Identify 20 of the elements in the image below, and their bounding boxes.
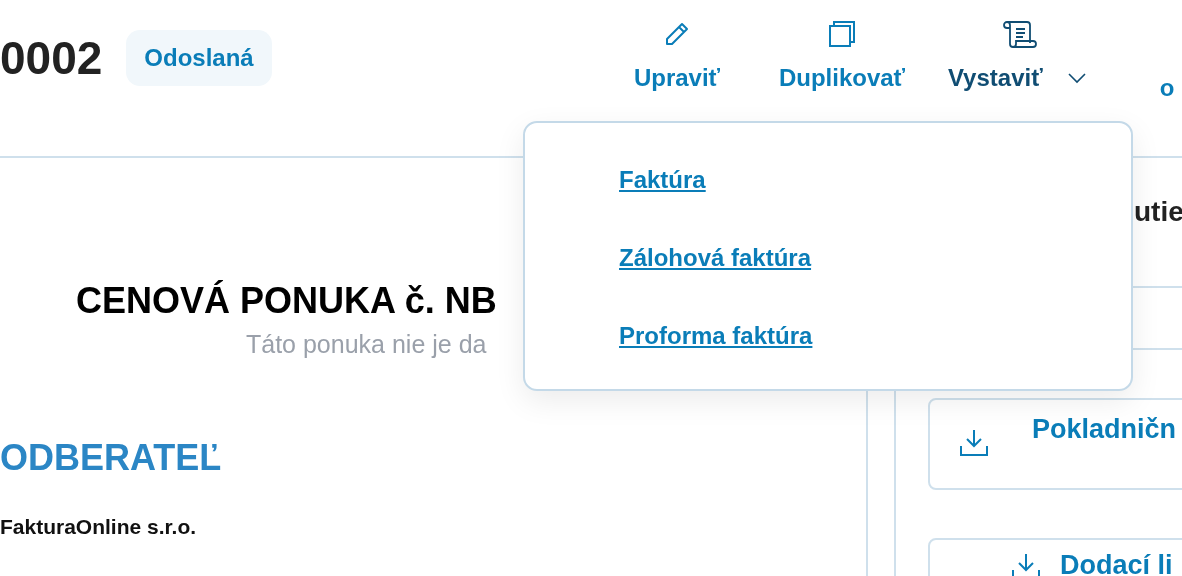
download-icon: [1010, 552, 1042, 576]
download-icon: [958, 428, 990, 458]
menu-link[interactable]: Proforma faktúra: [619, 321, 813, 351]
download-button[interactable]: Dodací li: [928, 538, 1182, 576]
document-number: 0002: [0, 31, 103, 85]
customer-name: FakturaOnline s.r.o.: [0, 515, 198, 539]
document-title: CENOVÁ PONUKA č. NB: [76, 280, 498, 322]
more-action[interactable]: o: [1152, 74, 1182, 102]
document-subtitle: Táto ponuka nie je da: [246, 330, 487, 359]
panel-heading: utie: [1134, 196, 1182, 228]
status-badge: Odoslaná: [126, 30, 272, 86]
section-heading: ODBERATEĽ: [0, 437, 223, 479]
menu-link[interactable]: Faktúra: [619, 165, 706, 195]
issue-action[interactable]: Vystaviť: [948, 18, 1108, 92]
duplicate-action[interactable]: Duplikovať: [772, 18, 912, 92]
edit-action[interactable]: Upraviť: [612, 18, 742, 92]
scroll-icon: [1002, 18, 1038, 50]
copy-icon: [826, 18, 858, 50]
menu-link[interactable]: Zálohová faktúra: [619, 243, 812, 273]
download-button[interactable]: Pokladničn: [928, 398, 1182, 490]
